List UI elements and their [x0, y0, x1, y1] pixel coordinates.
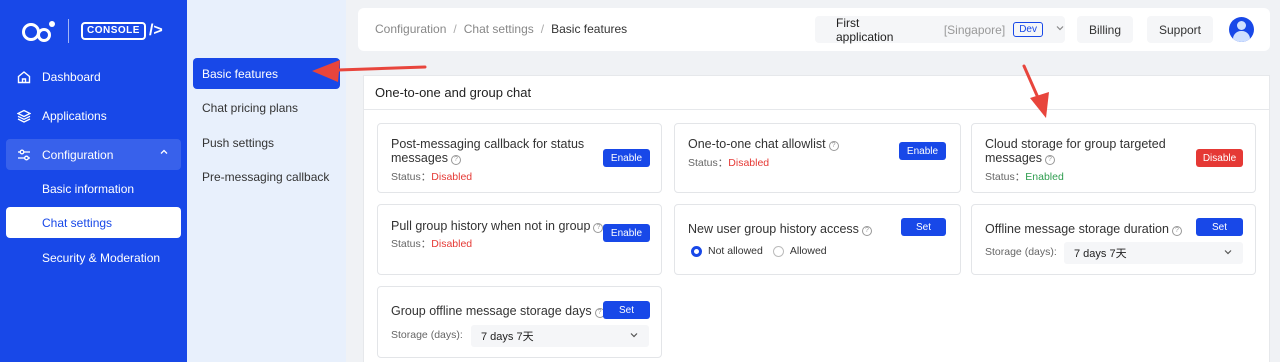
breadcrumb-separator: / — [540, 22, 545, 36]
support-button[interactable]: Support — [1147, 16, 1213, 43]
enable-button[interactable]: Enable — [603, 224, 650, 242]
history-access-radio-group: Not allowed Allowed — [691, 245, 837, 257]
card-pull-group-history: Pull group history when not in group? St… — [377, 204, 662, 275]
billing-button[interactable]: Billing — [1077, 16, 1133, 43]
subnav-item-push-settings[interactable]: Push settings — [193, 127, 340, 158]
avatar[interactable] — [1229, 17, 1254, 42]
logo-mark-icon — [22, 19, 56, 43]
card-group-offline-storage: Group offline message storage days? Set … — [377, 286, 662, 358]
chevron-down-icon — [1223, 247, 1233, 259]
sidebar-item-security-moderation[interactable]: Security & Moderation — [6, 242, 181, 273]
card-title: Post-messaging callback for status messa… — [391, 137, 585, 165]
help-icon[interactable]: ? — [828, 141, 839, 151]
radio-checked-icon — [691, 245, 702, 257]
card-new-user-group-history: New user group history access? Set Not a… — [674, 204, 961, 275]
help-icon[interactable]: ? — [1171, 226, 1182, 236]
breadcrumb-item-current: Basic features — [551, 22, 628, 36]
console-badge: CONSOLE — [81, 22, 146, 40]
card-title: Group offline message storage days? — [391, 304, 605, 318]
disable-button[interactable]: Disable — [1196, 149, 1243, 167]
storage-label: Storage (days): — [985, 246, 1057, 258]
radio-not-allowed[interactable]: Not allowed — [691, 245, 763, 257]
chevron-down-icon — [1055, 23, 1065, 36]
sidebar-item-chat-settings[interactable]: Chat settings — [6, 207, 181, 238]
section-divider — [364, 109, 1269, 110]
card-post-messaging-callback: Post-messaging callback for status messa… — [377, 123, 662, 193]
layers-icon — [16, 108, 32, 124]
card-status: Status：Disabled — [391, 238, 473, 250]
chevron-up-icon — [159, 147, 169, 160]
section-title: One-to-one and group chat — [375, 85, 532, 100]
set-button[interactable]: Set — [603, 301, 650, 319]
logo-divider — [68, 19, 69, 43]
subnav-item-basic-features[interactable]: Basic features — [193, 58, 340, 89]
help-icon[interactable]: ? — [1044, 155, 1055, 165]
breadcrumb-separator: / — [453, 22, 457, 36]
nav-item-label: Configuration — [42, 147, 114, 162]
storage-days-value: 7 days 7天 — [1074, 248, 1127, 260]
radio-allowed[interactable]: Allowed — [772, 245, 827, 257]
set-button[interactable]: Set — [1196, 218, 1243, 236]
enable-button[interactable]: Enable — [603, 149, 650, 167]
card-title: Pull group history when not in group? — [391, 219, 604, 233]
section-panel: One-to-one and group chat Post-messaging… — [363, 75, 1270, 362]
nav-item-dashboard[interactable]: Dashboard — [6, 61, 181, 92]
logo[interactable]: CONSOLE /> — [22, 18, 163, 44]
subnav-item-pre-messaging-callback[interactable]: Pre-messaging callback — [193, 161, 340, 192]
app-switcher[interactable]: First application [Singapore] Dev — [815, 15, 1065, 44]
app-region: [Singapore] — [943, 22, 1006, 37]
storage-label: Storage (days): — [391, 329, 463, 341]
subnav-item-label: Pre-messaging callback — [202, 169, 330, 184]
sidebar-item-label: Security & Moderation — [42, 250, 161, 265]
subnav-item-label: Basic features — [202, 66, 279, 81]
card-title: One-to-one chat allowlist? — [688, 137, 839, 151]
chevron-down-icon — [629, 330, 639, 342]
card-status: Status：Disabled — [391, 171, 473, 183]
set-button[interactable]: Set — [901, 218, 946, 236]
card-offline-storage-duration: Offline message storage duration? Set St… — [971, 204, 1256, 275]
card-title: Cloud storage for group targeted message… — [985, 137, 1166, 165]
card-one-to-one-allowlist: One-to-one chat allowlist? Status：Disabl… — [674, 123, 961, 193]
breadcrumb-item-configuration[interactable]: Configuration — [375, 22, 446, 36]
nav-item-label: Applications — [42, 108, 107, 123]
card-title: New user group history access? — [688, 222, 872, 236]
nav-item-configuration[interactable]: Configuration — [6, 139, 181, 170]
storage-days-value: 7 days 7天 — [481, 331, 534, 343]
nav-item-applications[interactable]: Applications — [6, 100, 181, 131]
sidebar-item-basic-information[interactable]: Basic information — [6, 173, 181, 204]
status-value: Disabled — [431, 171, 473, 183]
help-icon[interactable]: ? — [861, 226, 872, 236]
card-title: Offline message storage duration? — [985, 222, 1182, 236]
status-value: Enabled — [1025, 171, 1064, 183]
sliders-icon — [16, 147, 32, 163]
app-name: First application — [836, 15, 894, 44]
help-icon[interactable]: ? — [593, 223, 604, 233]
nav-item-label: Dashboard — [42, 69, 101, 84]
sidebar-item-label: Chat settings — [42, 215, 113, 230]
card-status: Status：Enabled — [985, 171, 1064, 183]
breadcrumb: Configuration / Chat settings / Basic fe… — [375, 22, 627, 36]
enable-button[interactable]: Enable — [899, 142, 946, 160]
subnav-item-label: Push settings — [202, 135, 275, 150]
env-badge: Dev — [1013, 22, 1043, 37]
subnav-item-chat-pricing-plans[interactable]: Chat pricing plans — [193, 92, 340, 123]
header-bar: Configuration / Chat settings / Basic fe… — [358, 8, 1270, 51]
sidebar-item-label: Basic information — [42, 181, 135, 196]
card-cloud-storage: Cloud storage for group targeted message… — [971, 123, 1256, 193]
radio-unchecked-icon — [772, 245, 784, 257]
status-value: Disabled — [431, 238, 473, 250]
home-icon — [16, 69, 32, 85]
status-value: Disabled — [728, 157, 770, 169]
help-icon[interactable]: ? — [450, 155, 461, 165]
console-slash-icon: /> — [148, 22, 163, 39]
sidebar: CONSOLE /> Dashboard Applications Config… — [0, 0, 187, 362]
secondary-nav: Basic features Chat pricing plans Push s… — [187, 0, 346, 362]
subnav-item-label: Chat pricing plans — [202, 100, 299, 115]
storage-days-select[interactable]: 7 days 7天 — [471, 325, 649, 347]
breadcrumb-item-chat-settings[interactable]: Chat settings — [464, 22, 534, 36]
card-status: Status：Disabled — [688, 157, 770, 169]
storage-days-select[interactable]: 7 days 7天 — [1064, 242, 1243, 264]
